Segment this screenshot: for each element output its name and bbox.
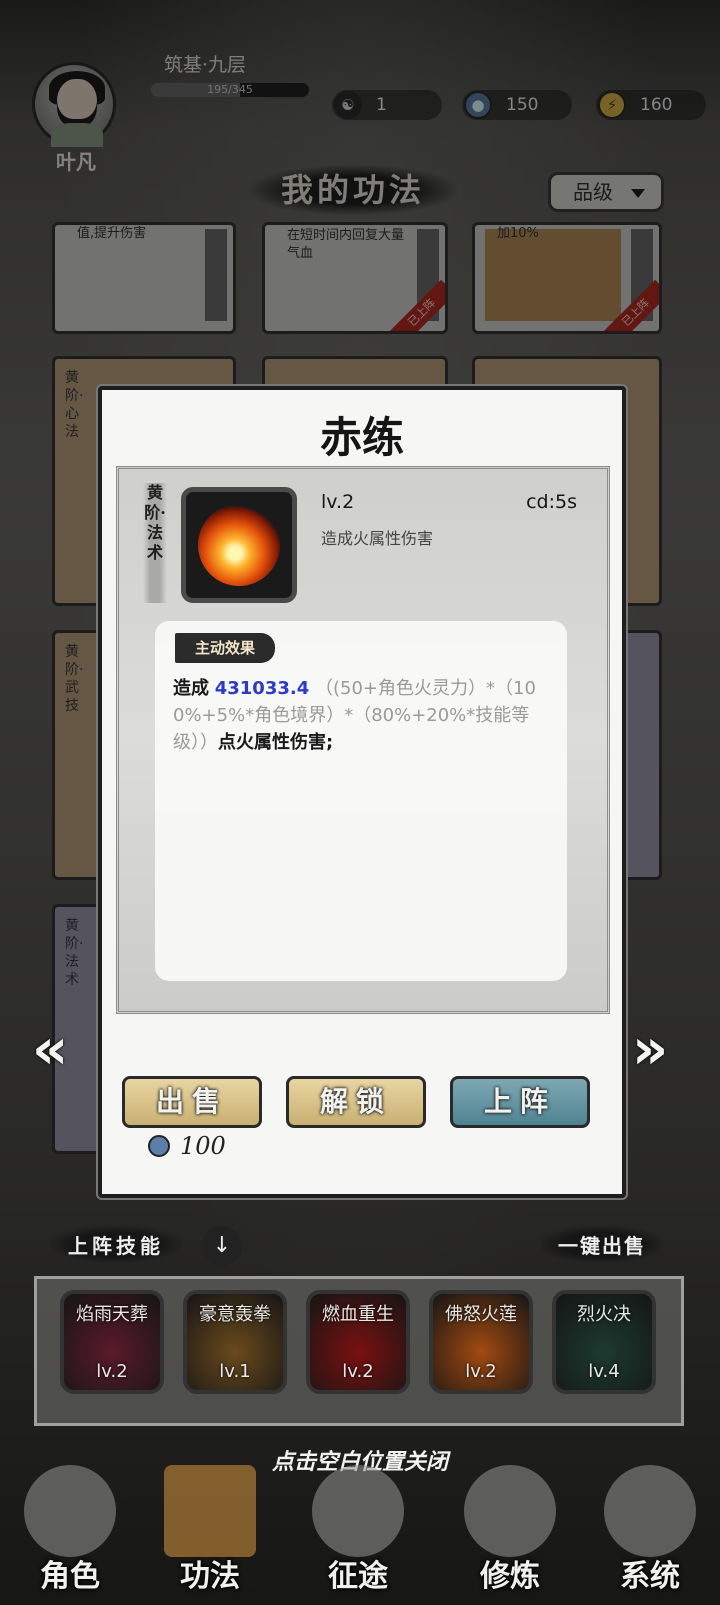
- nav-cultivate[interactable]: 修炼: [450, 1465, 570, 1595]
- skill-level: lv.2: [321, 491, 355, 513]
- character-icon: [24, 1465, 116, 1557]
- equip-button[interactable]: 上阵: [450, 1076, 590, 1128]
- book-icon: [164, 1465, 256, 1557]
- equipped-skill[interactable]: 佛怒火莲 lv.2: [429, 1290, 533, 1394]
- skill-title: 赤练: [319, 413, 404, 462]
- equipped-skill[interactable]: 烈火决 lv.4: [552, 1290, 656, 1394]
- nav-character[interactable]: 角色: [10, 1465, 130, 1595]
- effect-label: 主动效果: [175, 633, 275, 663]
- effect-damage-value: 431033.4: [214, 678, 310, 699]
- settings-icon: [604, 1465, 696, 1557]
- effect-panel: 主动效果 造成 431033.4 （(50+角色火灵力）*（100%+5%*角色…: [155, 621, 567, 981]
- sell-price: 100: [148, 1132, 226, 1160]
- skill-grade-tag: 黄阶·法术: [143, 483, 167, 603]
- nav-journey[interactable]: 征途: [298, 1465, 418, 1595]
- equipped-skill[interactable]: 燃血重生 lv.2: [306, 1290, 410, 1394]
- skill-cooldown: cd:5s: [526, 491, 577, 513]
- skill-description: 造成火属性伤害: [321, 529, 434, 548]
- unlock-button[interactable]: 解锁: [286, 1076, 426, 1128]
- nav-skills[interactable]: 功法: [150, 1465, 270, 1595]
- bottom-nav: 角色 功法 征途 修炼 系统: [0, 1465, 720, 1605]
- equipped-skill[interactable]: 焰雨天葬 lv.2: [60, 1290, 164, 1394]
- equipped-skill[interactable]: 豪意轰拳 lv.1: [183, 1290, 287, 1394]
- effect-text: 造成 431033.4 （(50+角色火灵力）*（100%+5%*角色境界）*（…: [173, 678, 536, 753]
- sword-icon: [312, 1465, 404, 1557]
- quick-sell-button[interactable]: 一键出售: [540, 1226, 664, 1263]
- equipped-skills-label: 上阵技能: [50, 1226, 182, 1263]
- arrow-down-icon[interactable]: ↓: [202, 1226, 242, 1266]
- nav-system[interactable]: 系统: [590, 1465, 710, 1595]
- prev-skill-arrow[interactable]: «: [32, 1020, 68, 1080]
- water-drop-icon: [148, 1135, 170, 1157]
- sell-button[interactable]: 出售: [122, 1076, 262, 1128]
- skill-info-frame: 黄阶·法术 lv.2 cd:5s 造成火属性伤害 主动效果 造成 431033.…: [116, 466, 610, 1014]
- fireball-icon: [181, 487, 297, 603]
- meditation-icon: [464, 1465, 556, 1557]
- skill-detail-modal: 赤练 黄阶·法术 lv.2 cd:5s 造成火属性伤害 主动效果 造成 4310…: [98, 386, 626, 1198]
- next-skill-arrow[interactable]: »: [632, 1020, 668, 1080]
